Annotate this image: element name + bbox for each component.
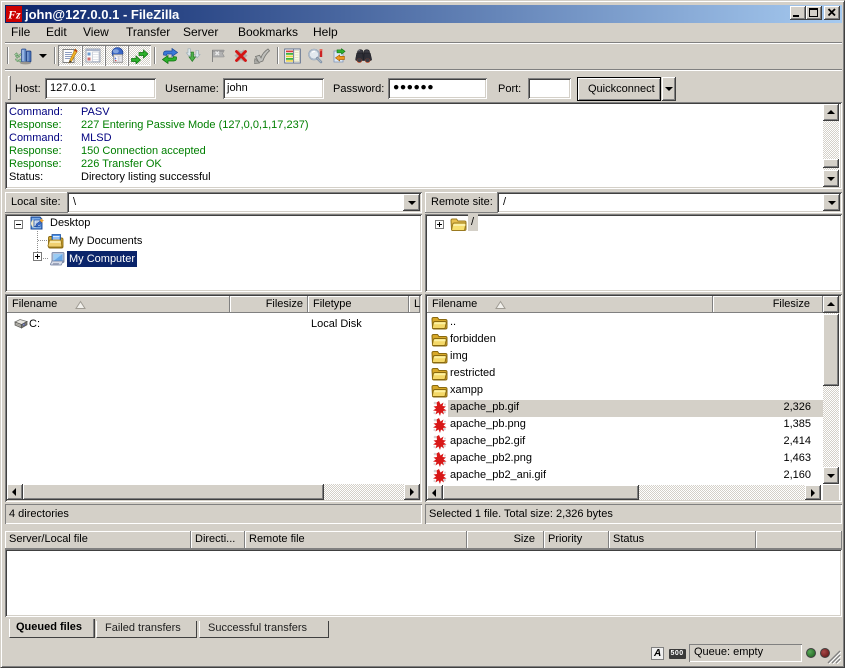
svg-text:Fz: Fz <box>7 8 21 22</box>
